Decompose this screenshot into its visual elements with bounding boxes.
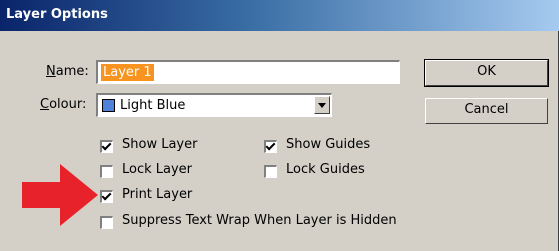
layer-options-dialog: Layer Options Name: Layer 1 Colour: Ligh… [0,0,559,251]
suppress-text-wrap-checkbox[interactable] [100,216,113,229]
chevron-down-icon[interactable] [314,96,330,114]
ok-button[interactable]: OK [424,59,549,87]
colour-label: Colour: [40,97,87,112]
lock-layer-checkbox[interactable] [100,165,113,178]
name-field[interactable]: Layer 1 [96,60,400,84]
colour-select[interactable]: Light Blue [96,93,332,117]
name-label: Name: [46,64,89,79]
colour-select-value: Light Blue [120,98,186,113]
show-guides-label: Show Guides [286,137,371,152]
print-layer-label: Print Layer [122,187,193,202]
red-arrow-annotation-icon [22,164,98,226]
lock-layer-label: Lock Layer [122,162,193,177]
show-layer-label: Show Layer [122,137,198,152]
name-field-value: Layer 1 [101,64,154,81]
show-layer-checkbox[interactable] [100,140,113,153]
print-layer-checkbox[interactable] [100,190,113,203]
suppress-text-wrap-label: Suppress Text Wrap When Layer is Hidden [122,213,397,228]
lock-guides-label: Lock Guides [286,162,365,177]
title-bar[interactable]: Layer Options [0,0,559,31]
cancel-button[interactable]: Cancel [425,98,548,124]
show-guides-checkbox[interactable] [264,140,277,153]
dialog-title: Layer Options [6,7,108,22]
colour-swatch [102,99,115,112]
lock-guides-checkbox[interactable] [264,165,277,178]
